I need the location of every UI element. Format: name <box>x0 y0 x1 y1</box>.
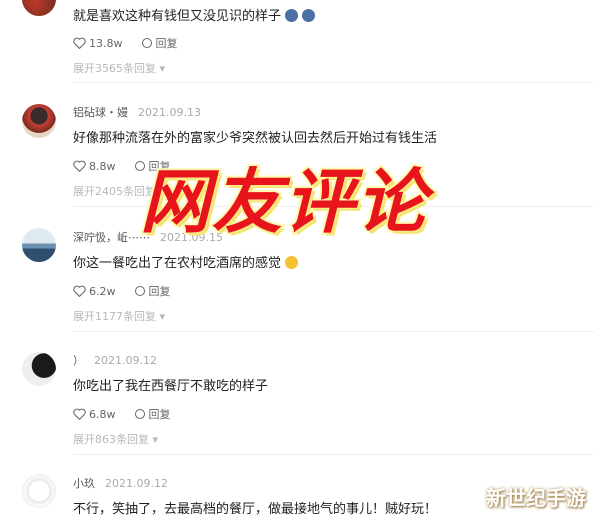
comment-text: 就是喜欢这种有钱但又没见识的样子 <box>73 5 316 24</box>
username-link[interactable]: 铝砧球・嫚 <box>73 106 128 119</box>
divider <box>73 454 594 455</box>
comment-text: 你这一餐吃出了在农村吃酒席的感觉 <box>73 252 299 271</box>
comment-date: 2021.09.12 <box>105 477 168 490</box>
comment-text: 好像那种流落在外的富家少爷突然被认回去然后开始过有钱生活 <box>73 131 438 146</box>
comment-meta: 铝砧球・嫚 2021.09.13 <box>73 104 201 120</box>
username-link[interactable]: 小玖 <box>73 477 95 490</box>
like-button[interactable]: 8.8w <box>73 160 116 173</box>
heart-icon <box>73 408 86 420</box>
comment-date: 2021.09.13 <box>138 106 201 119</box>
reply-button[interactable]: 回复 <box>134 406 171 422</box>
avatar[interactable] <box>22 228 56 262</box>
overlay-title: 网友评论 <box>138 159 428 245</box>
avatar[interactable] <box>22 104 56 138</box>
reply-button[interactable]: 回复 <box>141 35 178 51</box>
expand-replies-link[interactable]: 展开3565条回复 ▾ <box>73 60 165 76</box>
avatar[interactable] <box>22 0 56 16</box>
heart-icon <box>73 160 86 172</box>
username-link[interactable]: ） <box>73 354 84 367</box>
avatar[interactable] <box>22 474 56 508</box>
heart-icon <box>73 285 86 297</box>
like-button[interactable]: 13.8w <box>73 37 123 50</box>
expand-replies-link[interactable]: 展开1177条回复 ▾ <box>73 308 165 324</box>
watermark: 新世纪手游 <box>486 486 586 510</box>
comment-meta: 小玖 2021.09.12 <box>73 475 168 491</box>
reply-icon <box>141 38 152 48</box>
comment-actions: 6.8w 回复 <box>73 406 189 422</box>
comment-text: 你吃出了我在西餐厅不敢吃的样子 <box>73 379 269 394</box>
divider <box>73 331 594 332</box>
avatar[interactable] <box>22 352 56 386</box>
reply-button[interactable]: 回复 <box>134 283 171 299</box>
expand-replies-link[interactable]: 展开863条回复 ▾ <box>73 431 158 447</box>
like-button[interactable]: 6.8w <box>73 408 116 421</box>
emoji-icon <box>285 9 299 22</box>
comment-meta: ） 2021.09.12 <box>73 352 157 368</box>
reply-icon <box>134 286 145 296</box>
reply-icon <box>134 409 145 419</box>
like-button[interactable]: 6.2w <box>73 285 116 298</box>
divider <box>73 82 594 83</box>
comment-date: 2021.09.12 <box>94 354 157 367</box>
username-link[interactable]: 深咛忣，岴⋯⋯ <box>73 231 150 244</box>
laughing-emoji-icon <box>285 256 299 269</box>
emoji-icon <box>302 9 316 22</box>
comment-actions: 6.2w 回复 <box>73 283 189 299</box>
comment-text: 不行，笑抽了，去最高档的餐厅，做最接地气的事儿！贼好玩！ <box>73 502 438 517</box>
comment-actions: 13.8w 回复 <box>73 35 196 51</box>
heart-icon <box>73 37 86 49</box>
